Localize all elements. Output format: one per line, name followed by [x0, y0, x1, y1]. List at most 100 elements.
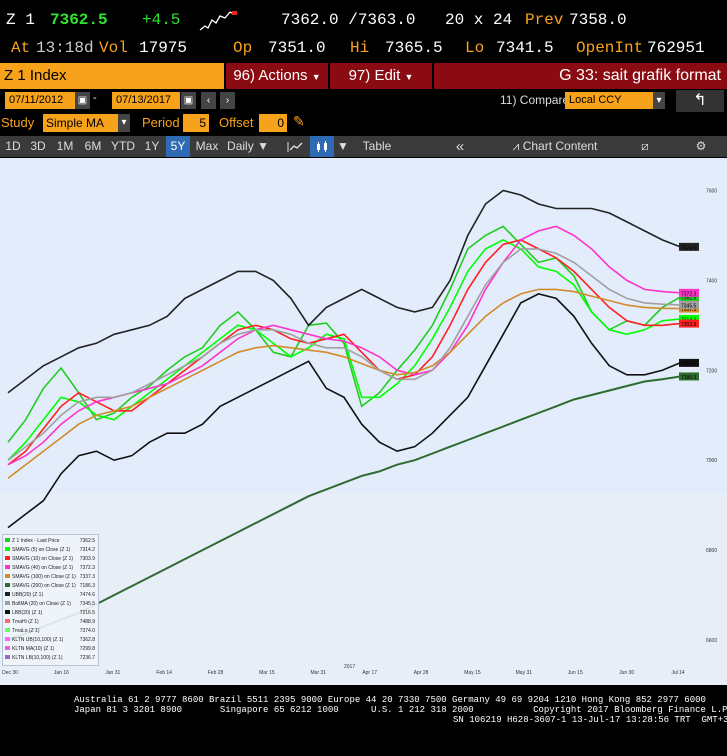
period-3d[interactable]: 3D	[26, 136, 50, 157]
open-price: 7351.0	[268, 39, 326, 57]
bid-ask-size: 20 x 24	[445, 11, 513, 29]
chart-area[interactable]: 7362.5 7314.2 7303.9 7372.3 7337.3 7186.3 7474…	[0, 158, 727, 685]
legend-name: SMAVG (100) on Close (Z 1)	[12, 574, 76, 580]
chevron-right-icon[interactable]: ›	[220, 92, 235, 109]
last-value-label-8: 7216.5	[681, 361, 697, 367]
legend-name: SMAVG (10) on Close (Z 1)	[12, 556, 74, 562]
legend-entry[interactable]: BollMA (20) on Close (Z 1) 7345.5	[5, 600, 96, 608]
x-tick-label-3: Feb 14	[156, 670, 172, 676]
legend-entry[interactable]: TmaLo (Z 1) 7374.0	[5, 627, 96, 635]
legend-entry[interactable]: UBB(20) (Z 1) 7474.6	[5, 591, 96, 599]
legend-name: SMAVG (5) on Close (Z 1)	[12, 547, 71, 553]
legend-value: 7337.3	[79, 574, 95, 580]
legend-entry[interactable]: SMAVG (10) on Close (Z 1) 7303.9	[5, 555, 96, 563]
legend-name: LBB(20) (Z 1)	[12, 610, 43, 616]
back-arrow-icon[interactable]: ↰	[676, 90, 724, 112]
legend-swatch	[5, 538, 10, 542]
edit-menu[interactable]: 97) Edit ▼	[330, 63, 432, 89]
x-tick-label-0: Dec 30	[2, 670, 18, 676]
gear-icon[interactable]: ⚙	[688, 136, 714, 157]
vol-label: Vol	[99, 39, 128, 57]
legend-value: 7362.5	[79, 538, 95, 544]
period-label: Period	[142, 115, 180, 130]
period-1y[interactable]: 1Y	[140, 136, 164, 157]
open-interest: 762951	[647, 39, 705, 57]
frequency-label: Daily	[227, 139, 254, 153]
legend-value: 7374.0	[79, 628, 95, 634]
compare-select[interactable]: Local CCY	[565, 92, 659, 109]
x-tick-label-4: Feb 28	[208, 670, 224, 676]
start-date-input[interactable]: 07/11/2012	[5, 92, 75, 109]
edit-chart-icon[interactable]: ⧄	[632, 136, 658, 157]
security-field[interactable]: Z 1 Index	[0, 63, 224, 89]
y-tick-label-0: 6600	[706, 638, 717, 644]
frequency-select[interactable]: Daily ▼	[224, 136, 272, 157]
legend-entry[interactable]: KLTN LB(10,100) (Z 1) 7236.7	[5, 654, 96, 662]
legend-entry[interactable]: TmaHi (Z 1) 7488.9	[5, 618, 96, 626]
calendar-icon[interactable]: ▣	[181, 92, 196, 109]
candlestick-icon[interactable]	[310, 136, 334, 157]
legend-entry[interactable]: Z 1 Index - Last Price 7362.5	[5, 537, 96, 545]
pencil-icon[interactable]: ✎	[293, 113, 305, 130]
x-tick-label-11: Jun 15	[568, 670, 583, 676]
period-1d[interactable]: 1D	[2, 136, 24, 157]
legend-value: 7474.6	[79, 592, 95, 598]
line-chart-icon[interactable]	[282, 136, 308, 157]
chevron-down-icon[interactable]: ▾	[653, 92, 665, 109]
prev-label: Prev	[525, 11, 564, 29]
legend-swatch	[5, 574, 10, 578]
last-time: 13:18d	[36, 39, 94, 57]
legend-entry[interactable]: SMAVG (5) on Close (Z 1) 7314.2	[5, 546, 96, 554]
chevron-down-icon: ▼	[404, 72, 414, 82]
period-1m[interactable]: 1M	[52, 136, 78, 157]
legend-entry[interactable]: SMAVG (40) on Close (Z 1) 7372.3	[5, 564, 96, 572]
x-tick-label-9: May 15	[464, 670, 481, 676]
legend-swatch	[5, 565, 10, 569]
calendar-icon[interactable]: ▣	[75, 92, 90, 109]
open-label: Op	[233, 39, 253, 57]
chart-svg: 7362.5 7314.2 7303.9 7372.3 7337.3 7186.3 7474…	[0, 158, 727, 685]
footer-copyright: Japan 81 3 3201 8900 Singapore 65 6212 1…	[74, 705, 727, 715]
legend-entry[interactable]: LBB(20) (Z 1) 7216.5	[5, 609, 96, 617]
legend-swatch	[5, 583, 10, 587]
table-button[interactable]: Table	[356, 136, 398, 157]
actions-menu[interactable]: 96) Actions ▼	[226, 63, 328, 89]
offset-label: Offset	[219, 115, 254, 130]
collapse-icon[interactable]: «	[445, 136, 475, 157]
last-value-label-7: 7345.5	[681, 303, 697, 309]
chart-content-button[interactable]: ⩘ Chart Content	[500, 136, 610, 157]
legend-value: 7299.8	[79, 646, 95, 652]
page-title: G 33: sait grafik format	[434, 63, 727, 89]
legend-name: Z 1 Index - Last Price	[12, 538, 60, 544]
legend-swatch	[5, 610, 10, 614]
study-label: Study	[1, 115, 35, 130]
period-5y[interactable]: 5Y	[166, 136, 190, 157]
chevron-down-icon[interactable]: ▾	[118, 114, 130, 132]
chart-content-icon: ⩘	[512, 139, 523, 153]
period-ytd[interactable]: YTD	[108, 136, 138, 157]
legend-value: 7314.2	[79, 547, 95, 553]
offset-input[interactable]: 0	[259, 114, 287, 132]
last-price: 7362.5	[50, 11, 108, 29]
chart-toolbar: 1D 3D 1M 6M YTD 1Y 5Y Max Daily ▼ ▼ Tabl…	[0, 136, 727, 157]
legend-swatch	[5, 628, 10, 632]
x-tick-label-2: Jan 31	[105, 670, 120, 676]
legend-name: TmaLo (Z 1)	[12, 628, 40, 634]
low-label: Lo	[465, 39, 485, 57]
legend-entry[interactable]: KLTN UB(10,100) (Z 1) 7362.8	[5, 636, 96, 644]
period-6m[interactable]: 6M	[80, 136, 106, 157]
chevron-left-icon[interactable]: ‹	[201, 92, 216, 109]
x-tick-label-1: Jan 16	[54, 670, 69, 676]
legend-entry[interactable]: KLTN MA(10) (Z 1) 7299.8	[5, 645, 96, 653]
end-date-input[interactable]: 07/13/2017	[112, 92, 180, 109]
period-input[interactable]: 5	[183, 114, 209, 132]
period-max[interactable]: Max	[192, 136, 222, 157]
high-label: Hi	[350, 39, 370, 57]
footer-contacts: Australia 61 2 9777 8600 Brazil 5511 239…	[74, 695, 706, 705]
legend-entry[interactable]: SMAVG (100) on Close (Z 1) 7337.3	[5, 573, 96, 581]
study-select[interactable]: Simple MA	[43, 114, 119, 132]
legend-value: 7216.5	[79, 610, 95, 616]
y-tick-label-2: 7000	[706, 458, 717, 464]
caret-down-icon[interactable]: ▼	[336, 136, 350, 157]
legend-entry[interactable]: SMAVG (200) on Close (Z 1) 7186.3	[5, 582, 96, 590]
